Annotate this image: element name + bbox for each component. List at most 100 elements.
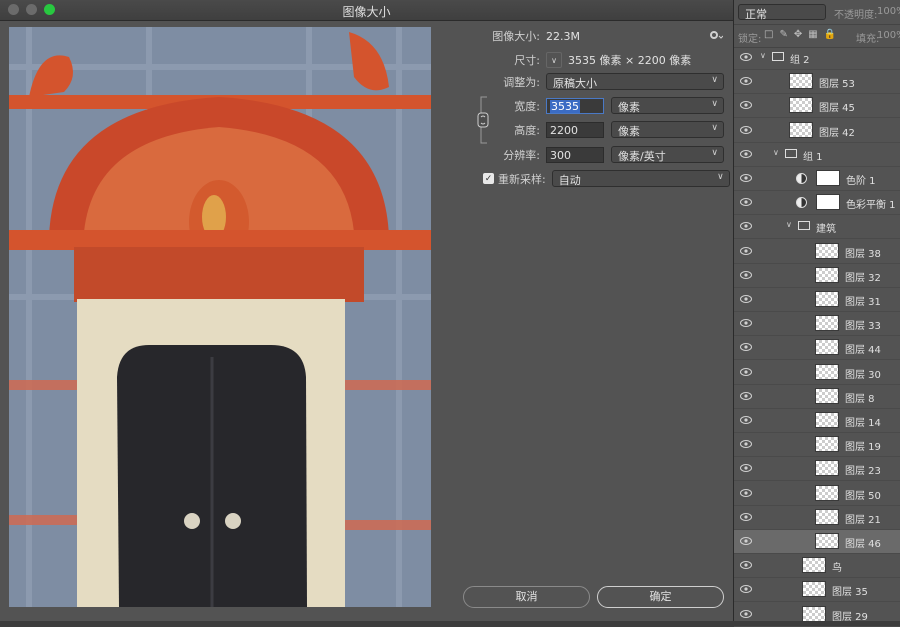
layer-row[interactable]: 图层 38	[734, 240, 900, 264]
layer-row[interactable]: 图层 35	[734, 578, 900, 603]
layer-row[interactable]: 图层 46	[734, 530, 900, 554]
eye-icon[interactable]	[740, 463, 752, 473]
layer-thumbnail	[815, 460, 839, 477]
lock-icons[interactable]: □✎✥▦🔒	[764, 29, 842, 40]
layer-thumbnail	[815, 266, 839, 283]
layer-row[interactable]: 图层 32	[734, 264, 900, 288]
eye-icon[interactable]	[740, 367, 752, 377]
layer-row[interactable]: 色阶 1	[734, 167, 900, 191]
resample-select-value: 自动	[558, 174, 581, 187]
layer-name: 图层 44	[845, 345, 881, 357]
resample-label: 重新采样:	[498, 172, 546, 186]
gear-icon[interactable]	[709, 30, 724, 43]
dimensions-toggle[interactable]: ∨	[546, 52, 562, 68]
chevron-down-icon: ∨	[711, 99, 718, 109]
blend-mode-select[interactable]: 正常	[738, 4, 826, 21]
height-input[interactable]: 2200	[546, 121, 604, 138]
layer-thumbnail	[789, 121, 813, 138]
layer-thumbnail	[815, 484, 839, 501]
layer-row[interactable]: 图层 53	[734, 70, 900, 95]
layer-name: 图层 14	[845, 418, 881, 429]
layer-row[interactable]: 图层 45	[734, 94, 900, 119]
eye-icon[interactable]	[740, 609, 752, 619]
chevron-down-icon[interactable]: ∨	[786, 220, 792, 229]
eye-icon[interactable]	[740, 76, 752, 86]
layer-name: 图层 53	[819, 79, 855, 91]
dimensions-row: 尺寸: ∨ 3535 像素 × 2200 像素	[470, 52, 691, 68]
eye-icon[interactable]	[740, 149, 752, 159]
layer-name: 图层 31	[845, 297, 881, 308]
layer-row[interactable]: 图层 30	[734, 361, 900, 385]
layer-name: 图层 30	[845, 369, 881, 381]
layer-group-row[interactable]: ∨ 组 1	[734, 143, 900, 167]
layer-name: 图层 33	[845, 321, 881, 333]
layer-row[interactable]: 图层 31	[734, 288, 900, 312]
fit-select-value: 原稿大小	[553, 77, 597, 90]
layer-group-row[interactable]: ∨ 组 2	[734, 46, 900, 70]
layer-row[interactable]: 图层 29	[734, 603, 900, 627]
layer-name: 图层 38	[845, 248, 881, 260]
layer-name: 鸟	[832, 563, 842, 575]
window-title: 图像大小	[342, 5, 391, 19]
ok-button[interactable]: 确定	[597, 586, 724, 608]
cancel-button[interactable]: 取消	[463, 586, 590, 608]
layer-name: 图层 21	[845, 514, 881, 526]
image-preview[interactable]	[9, 27, 431, 607]
eye-icon[interactable]	[740, 512, 752, 522]
height-unit-select[interactable]: 像素 ∨	[611, 121, 724, 138]
resolution-label: 分辨率:	[503, 148, 540, 162]
layer-row[interactable]: 色彩平衡 1	[734, 191, 900, 216]
eye-icon[interactable]	[740, 173, 752, 183]
layer-row[interactable]: 图层 14	[734, 409, 900, 433]
fill-value[interactable]: 100%	[877, 30, 900, 41]
layer-row[interactable]: 图层 44	[734, 336, 900, 361]
eye-icon[interactable]	[740, 342, 752, 352]
blend-mode-value: 正常	[745, 8, 767, 21]
layer-row[interactable]: 图层 50	[734, 482, 900, 506]
layer-name: 色阶 1	[846, 176, 876, 187]
eye-icon[interactable]	[740, 560, 752, 570]
layer-row[interactable]: 鸟	[734, 554, 900, 579]
eye-icon[interactable]	[740, 100, 752, 110]
chevron-down-icon[interactable]: ∨	[773, 148, 779, 157]
image-size-value: 22.3M	[546, 29, 580, 43]
eye-icon[interactable]	[740, 246, 752, 256]
eye-icon[interactable]	[740, 415, 752, 425]
layer-row[interactable]: 图层 19	[734, 433, 900, 458]
width-input[interactable]: 3535	[546, 97, 604, 114]
layer-thumbnail	[815, 387, 839, 404]
layer-row[interactable]: 图层 8	[734, 385, 900, 409]
fit-select[interactable]: 原稿大小 ∨	[546, 73, 724, 90]
layer-row[interactable]: 图层 23	[734, 457, 900, 482]
chevron-down-icon[interactable]: ∨	[760, 51, 766, 60]
eye-icon[interactable]	[740, 318, 752, 328]
eye-icon[interactable]	[740, 197, 752, 207]
layer-row[interactable]: 图层 21	[734, 506, 900, 530]
opacity-value[interactable]: 100%	[877, 6, 900, 17]
layer-row[interactable]: 图层 33	[734, 312, 900, 337]
chevron-down-icon: ∨	[711, 148, 718, 158]
layers-panel-header: 正常 不透明度: 100%	[734, 0, 900, 25]
eye-icon[interactable]	[740, 270, 752, 280]
eye-icon[interactable]	[740, 536, 752, 546]
eye-icon[interactable]	[740, 439, 752, 449]
layer-group-row[interactable]: ∨ 建筑	[734, 215, 900, 240]
width-unit-select[interactable]: 像素 ∨	[611, 97, 724, 114]
resample-select[interactable]: 自动 ∨	[551, 170, 730, 187]
resample-checkbox[interactable]: ✓	[483, 173, 494, 184]
eye-icon[interactable]	[740, 125, 752, 135]
eye-icon[interactable]	[740, 391, 752, 401]
resolution-input[interactable]: 300	[546, 146, 604, 163]
eye-icon[interactable]	[740, 584, 752, 594]
eye-icon[interactable]	[740, 52, 752, 62]
width-label: 宽度:	[514, 99, 540, 113]
width-unit-value: 像素	[618, 101, 640, 114]
resolution-unit-select[interactable]: 像素/英寸 ∨	[611, 146, 724, 163]
eye-icon[interactable]	[740, 221, 752, 231]
eye-icon[interactable]	[740, 294, 752, 304]
layer-name: 图层 29	[832, 611, 868, 623]
folder-icon	[785, 148, 797, 158]
resolution-row: 分辨率: 300 像素/英寸 ∨	[470, 146, 724, 163]
eye-icon[interactable]	[740, 488, 752, 498]
layer-row[interactable]: 图层 42	[734, 119, 900, 143]
